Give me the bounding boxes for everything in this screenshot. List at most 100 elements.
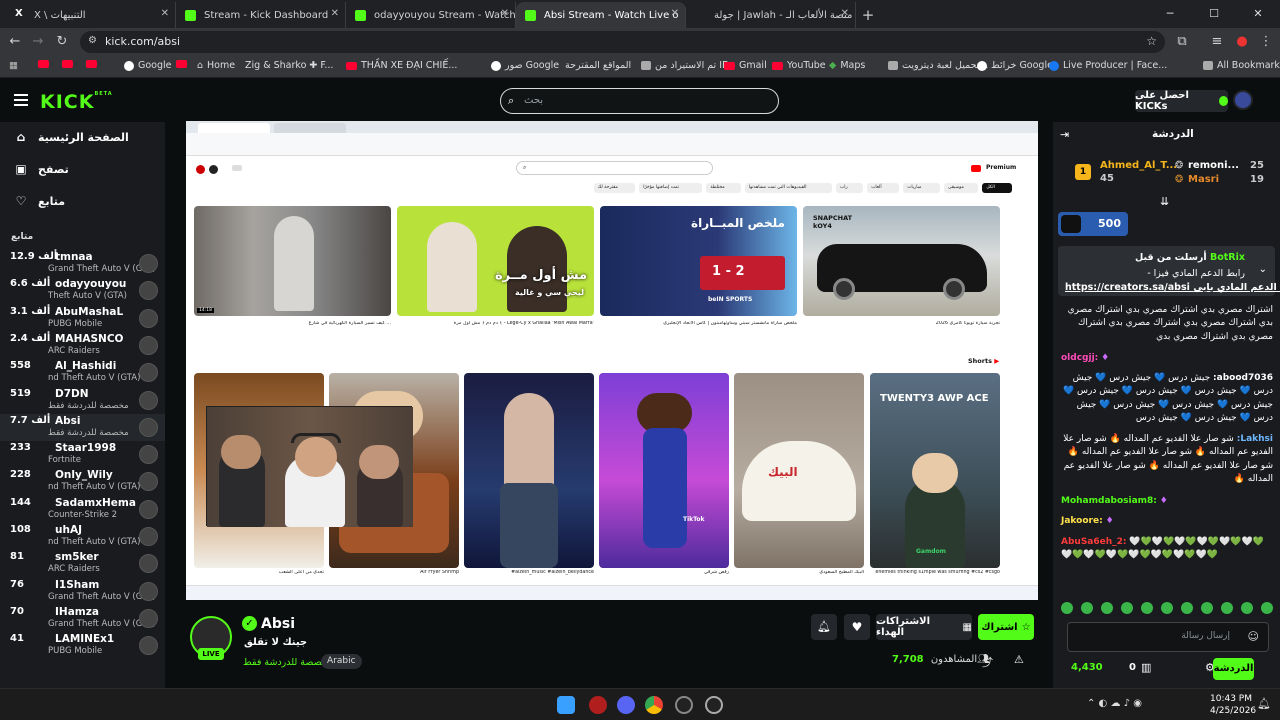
points-balance[interactable]: 4,430 bbox=[1071, 662, 1103, 673]
extensions-icon[interactable]: ⧉ bbox=[1172, 32, 1192, 52]
sidebar-channel-i1sham[interactable]: 76 I1Sham Grand Theft Auto V (GTA) bbox=[0, 578, 165, 605]
browser-tab-x[interactable]: XX \ التنبيهات ✕ bbox=[6, 2, 176, 28]
minimize-icon[interactable]: ─ bbox=[1148, 0, 1192, 28]
bookmark-google-images[interactable]: صور Google bbox=[491, 60, 559, 71]
close-tab-icon[interactable]: ✕ bbox=[331, 8, 339, 19]
close-tab-icon[interactable]: ✕ bbox=[161, 8, 169, 19]
emote-icon[interactable] bbox=[1141, 602, 1153, 614]
emote-icon[interactable] bbox=[1081, 602, 1093, 614]
kick-logo[interactable]: KICKBETA bbox=[40, 91, 113, 113]
get-kicks-button[interactable]: احصل على KICKs bbox=[1135, 90, 1228, 112]
bookmark-live-producer[interactable]: Live Producer | Face... bbox=[1049, 60, 1167, 71]
maximize-icon[interactable]: ☐ bbox=[1192, 0, 1236, 28]
expand-leaderboard-icon[interactable]: ⇊ bbox=[1160, 195, 1169, 208]
windows-start-icon[interactable] bbox=[557, 696, 575, 714]
youtube-bookmark[interactable] bbox=[86, 60, 101, 68]
gift-subs-button[interactable]: الاشتراكات الهداء ▦ bbox=[876, 614, 972, 640]
browser-tab-odayyouyou[interactable]: odayyouyou Stream - Watch Li ✕ bbox=[346, 2, 516, 28]
bookmark-than-xe[interactable]: THẦN XE ĐẠI CHIẾ... bbox=[346, 60, 457, 71]
profile-icon[interactable]: ● bbox=[1232, 32, 1252, 52]
bookmark-home[interactable]: ⌂ Home bbox=[197, 60, 235, 71]
reload-icon[interactable]: ↻ bbox=[52, 32, 72, 52]
sidebar-channel-absi[interactable]: 7.7 ألف Absi مخصصة للدردشة فقط bbox=[0, 413, 165, 441]
omnibox[interactable]: ⚙ kick.com/absi ☆ bbox=[80, 31, 1165, 53]
bookmark-google-maps[interactable]: خرائط Google bbox=[977, 60, 1053, 71]
bookmark-zig-sharko[interactable]: Zig & Sharko ✚ F... bbox=[245, 60, 333, 71]
close-tab-icon[interactable]: ✕ bbox=[841, 8, 849, 19]
pinned-message[interactable]: أرسلت من قبل BotRix - رابط الدعم المادي … bbox=[1058, 246, 1280, 296]
close-tab-icon[interactable]: ✕ bbox=[671, 8, 679, 19]
emote-icon[interactable] bbox=[1181, 602, 1193, 614]
bookmark-star-icon[interactable]: ☆ bbox=[1146, 34, 1157, 48]
media-icon[interactable]: ≡ bbox=[1207, 32, 1227, 52]
send-chat-button[interactable]: الدردشة bbox=[1213, 658, 1254, 680]
language-tag[interactable]: Arabic bbox=[321, 654, 362, 669]
bookmark-youtube[interactable]: YouTube bbox=[772, 60, 826, 71]
emote-icon[interactable] bbox=[1161, 602, 1173, 614]
chrome-icon[interactable] bbox=[645, 696, 663, 714]
report-icon[interactable]: ⚠ bbox=[1014, 653, 1024, 666]
emote-icon[interactable] bbox=[1201, 602, 1213, 614]
chat-input[interactable]: إرسال رسالة ☺ bbox=[1067, 622, 1269, 652]
bookmark-suggested-sites[interactable]: المواقع المقترحة bbox=[565, 60, 631, 71]
close-tab-icon[interactable]: ✕ bbox=[501, 8, 509, 19]
discord-icon[interactable] bbox=[617, 696, 635, 714]
apps-grid-icon[interactable]: ▦ bbox=[9, 60, 18, 71]
emote-icon[interactable] bbox=[1121, 602, 1133, 614]
forward-icon[interactable]: → bbox=[28, 32, 48, 52]
kicks-goal[interactable]: 500 bbox=[1058, 212, 1128, 236]
search-input[interactable]: ⌕ بحث bbox=[500, 88, 779, 114]
sidebar-channel-ihamza[interactable]: 70 IHamza Grand Theft Auto V (GTA) bbox=[0, 605, 165, 632]
browser-tab-jawlah[interactable]: جولة | Jawlah - منصة الألعاب الـ ✕ bbox=[686, 2, 856, 28]
youtube-bookmark[interactable] bbox=[38, 60, 53, 68]
tray-icons[interactable]: ⌃ ◐ ☁ ♪ ◉ bbox=[1087, 698, 1142, 709]
chevron-down-icon[interactable]: ⌄ bbox=[1259, 264, 1267, 275]
sidebar-channel-only_wily[interactable]: 228 Only_Wily nd Theft Auto V (GTA) bbox=[0, 468, 165, 495]
close-window-icon[interactable]: ✕ bbox=[1236, 0, 1280, 28]
app-icon[interactable] bbox=[589, 696, 607, 714]
emote-icon[interactable] bbox=[1241, 602, 1253, 614]
app-icon[interactable] bbox=[705, 696, 723, 714]
kicks-balance[interactable]: 0 bbox=[1129, 662, 1136, 673]
store-icon[interactable]: ▥ bbox=[1141, 661, 1151, 674]
bookmark-gmail[interactable]: Gmail bbox=[724, 60, 767, 71]
sidebar-nav-following[interactable]: ♡ متابع bbox=[14, 191, 154, 211]
sidebar-channel-sadamxhema[interactable]: 144 SadamxHema Counter-Strike 2 bbox=[0, 496, 165, 523]
stream-category[interactable]: مخصصة للدردشة فقط bbox=[243, 657, 333, 668]
emote-icon[interactable] bbox=[1061, 602, 1073, 614]
taskbar-clock[interactable]: 10:43 PM 4/25/2026 bbox=[1210, 693, 1256, 717]
bookmark-maps[interactable]: ◆ Maps bbox=[829, 60, 865, 71]
emoji-picker-icon[interactable]: ☺ bbox=[1248, 630, 1259, 643]
sidebar-channel-abumashal[interactable]: 3.1 ألف AbuMashaL PUBG Mobile bbox=[0, 305, 165, 332]
bookmark-imported-ie[interactable]: تم الاستيراد من IE bbox=[641, 60, 728, 71]
video-player[interactable]: ⌕ Premium الكل موسيقى مباريات ألعاب راب الفيد… bbox=[186, 121, 1038, 600]
emote-icon[interactable] bbox=[1261, 602, 1273, 614]
back-icon[interactable]: ← bbox=[5, 32, 25, 52]
all-bookmarks[interactable]: All Bookmarks bbox=[1203, 60, 1280, 71]
hamburger-menu-icon[interactable] bbox=[14, 94, 28, 106]
share-icon[interactable]: ⤴ bbox=[982, 654, 993, 670]
bookmark-google[interactable]: Google bbox=[124, 60, 172, 71]
collapse-chat-icon[interactable]: ⇥ bbox=[1060, 128, 1069, 141]
sidebar-channel-laminex1[interactable]: 41 LAMINEx1 PUBG Mobile bbox=[0, 632, 165, 659]
sidebar-channel-sm5ker[interactable]: 81 sm5ker ARC Raiders bbox=[0, 550, 165, 577]
sidebar-channel-d7dn[interactable]: 519 D7DN مخصصة للدردشة فقط bbox=[0, 387, 165, 414]
youtube-bookmark[interactable] bbox=[176, 60, 191, 68]
sidebar-channel-tmnaa[interactable]: 12.9 ألف tmnaa Grand Theft Auto V (GTA) bbox=[0, 250, 165, 277]
sidebar-channel-staar1998[interactable]: 233 Staar1998 Fortnite bbox=[0, 441, 165, 468]
bookmark-detroit[interactable]: تحميل لعبة ديترويت... bbox=[888, 60, 988, 71]
sidebar-nav-browse[interactable]: ▣ تصفح bbox=[14, 159, 154, 179]
sidebar-channel-mahasnco[interactable]: 2.4 ألف MAHASNCO ARC Raiders bbox=[0, 332, 165, 359]
url-text[interactable]: kick.com/absi bbox=[105, 35, 180, 48]
emote-icon[interactable] bbox=[1221, 602, 1233, 614]
subscribe-button[interactable]: اشتراك ☆ bbox=[978, 614, 1034, 640]
sidebar-channel-uhaj[interactable]: 108 uhAJ nd Theft Auto V (GTA) bbox=[0, 523, 165, 550]
site-info-icon[interactable]: ⚙ bbox=[88, 35, 97, 46]
browser-tab-kick-dashboard[interactable]: Stream - Kick Dashboard ✕ bbox=[176, 2, 346, 28]
new-tab-button[interactable]: + bbox=[856, 2, 880, 28]
sidebar-nav-home[interactable]: ⌂ الصفحة الرئيسية bbox=[14, 127, 154, 147]
obs-icon[interactable] bbox=[675, 696, 693, 714]
notification-bell-button[interactable]: 🔔︎ bbox=[811, 614, 837, 640]
emote-icon[interactable] bbox=[1101, 602, 1113, 614]
follow-button[interactable]: ♥ bbox=[844, 614, 870, 640]
